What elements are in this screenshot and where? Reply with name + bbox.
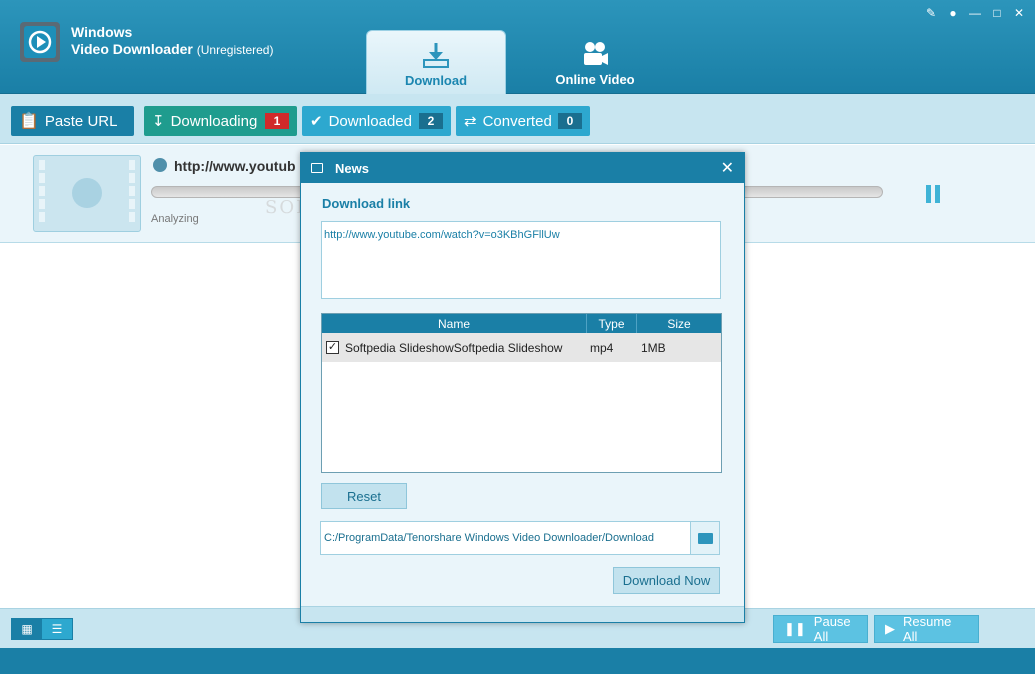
dialog-title: News	[335, 160, 369, 176]
item-url: http://www.youtub	[174, 158, 296, 174]
window-controls: ✎ ● — □ ✕	[923, 6, 1027, 20]
downloading-label: Downloading	[170, 112, 258, 130]
row-size: 1MB	[641, 340, 666, 355]
downloading-count-badge: 1	[265, 113, 289, 129]
grid-view-icon[interactable]: ▦	[12, 619, 42, 639]
tab-online-video[interactable]: Online Video	[525, 30, 665, 94]
view-toggle: ▦ ☰	[11, 618, 73, 640]
toolbar: 📋 Paste URL ↧ Downloading 1 ✔ Downloaded…	[0, 94, 1035, 144]
row-name: Softpedia SlideshowSoftpedia Slideshow	[345, 340, 563, 355]
app-title-line1: Windows	[71, 24, 133, 40]
paste-url-label: Paste URL	[44, 112, 118, 130]
pause-all-label: Pause All	[813, 614, 851, 644]
minimize-icon[interactable]: —	[967, 6, 983, 20]
paste-icon: 📋	[19, 113, 39, 130]
globe-icon	[153, 158, 167, 172]
registration-status: (Unregistered)	[196, 43, 274, 57]
app-title: Windows Video Downloader (Unregistered)	[71, 24, 273, 59]
column-type[interactable]: Type	[587, 314, 637, 333]
resume-all-label: Resume All	[903, 614, 952, 644]
paste-url-button[interactable]: 📋 Paste URL	[11, 106, 134, 136]
video-camera-icon	[584, 42, 608, 65]
downloaded-label: Downloaded	[328, 112, 412, 130]
pause-all-icon: ❚❚	[784, 621, 806, 636]
pause-icon	[926, 185, 931, 203]
table-row[interactable]: ✓ Softpedia SlideshowSoftpedia Slideshow…	[322, 333, 721, 362]
dialog-bottom-strip	[301, 606, 744, 622]
app-logo-icon	[20, 22, 60, 62]
row-type: mp4	[590, 340, 614, 355]
video-thumbnail	[33, 155, 141, 232]
title-bar: Windows Video Downloader (Unregistered) …	[0, 0, 1035, 94]
item-status: Analyzing	[151, 213, 199, 225]
column-size[interactable]: Size	[637, 314, 721, 333]
tab-download-label: Download	[404, 73, 468, 88]
film-strip-right	[128, 160, 136, 226]
list-view-icon[interactable]: ☰	[42, 619, 72, 639]
film-strip-left	[38, 160, 46, 226]
folder-icon	[697, 532, 713, 544]
check-circle-icon: ✔	[310, 113, 323, 130]
pause-all-button[interactable]: ❚❚ Pause All	[773, 614, 868, 644]
converted-label: Converted	[482, 112, 552, 130]
download-icon	[423, 43, 449, 68]
dialog-app-icon	[311, 163, 323, 173]
converted-filter-button[interactable]: ⇄ Converted 0	[456, 106, 590, 136]
column-name[interactable]: Name	[322, 314, 587, 333]
table-header: Name Type Size	[322, 314, 721, 333]
news-dialog: News ✕ Download link http://www.youtube.…	[300, 152, 745, 623]
chat-icon[interactable]: ●	[945, 6, 961, 20]
downloaded-count-badge: 2	[419, 113, 443, 129]
close-icon[interactable]: ✕	[1011, 6, 1027, 20]
resume-all-button[interactable]: ▶ Resume All	[874, 614, 979, 644]
convert-arrows-icon: ⇄	[464, 113, 477, 130]
item-pause-button[interactable]	[926, 185, 942, 203]
app-title-line2: Video Downloader	[71, 41, 193, 57]
tab-download[interactable]: Download	[366, 30, 506, 94]
film-reel-icon	[72, 178, 102, 208]
save-path-field[interactable]: C:/ProgramData/Tenorshare Windows Video …	[320, 521, 691, 555]
file-list-table: Name Type Size ✓ Softpedia SlideshowSoft…	[321, 313, 722, 473]
dialog-title-bar: News ✕	[301, 153, 744, 183]
row-checkbox[interactable]: ✓	[326, 341, 339, 354]
download-link-field[interactable]: http://www.youtube.com/watch?v=o3KBhGFll…	[321, 221, 721, 299]
dialog-close-icon[interactable]: ✕	[721, 158, 734, 178]
maximize-icon[interactable]: □	[989, 6, 1005, 20]
download-now-button[interactable]: Download Now	[613, 567, 720, 594]
reset-button[interactable]: Reset	[321, 483, 407, 509]
play-icon: ▶	[885, 621, 895, 636]
downloading-filter-button[interactable]: ↧ Downloading 1	[144, 106, 297, 136]
tab-online-video-label: Online Video	[555, 72, 635, 87]
feedback-icon[interactable]: ✎	[923, 6, 939, 20]
download-link-label: Download link	[322, 196, 411, 211]
browse-folder-button[interactable]	[690, 521, 720, 555]
converted-count-badge: 0	[558, 113, 582, 129]
download-arrow-icon: ↧	[152, 113, 165, 130]
status-footer	[0, 648, 1035, 674]
downloaded-filter-button[interactable]: ✔ Downloaded 2	[302, 106, 451, 136]
